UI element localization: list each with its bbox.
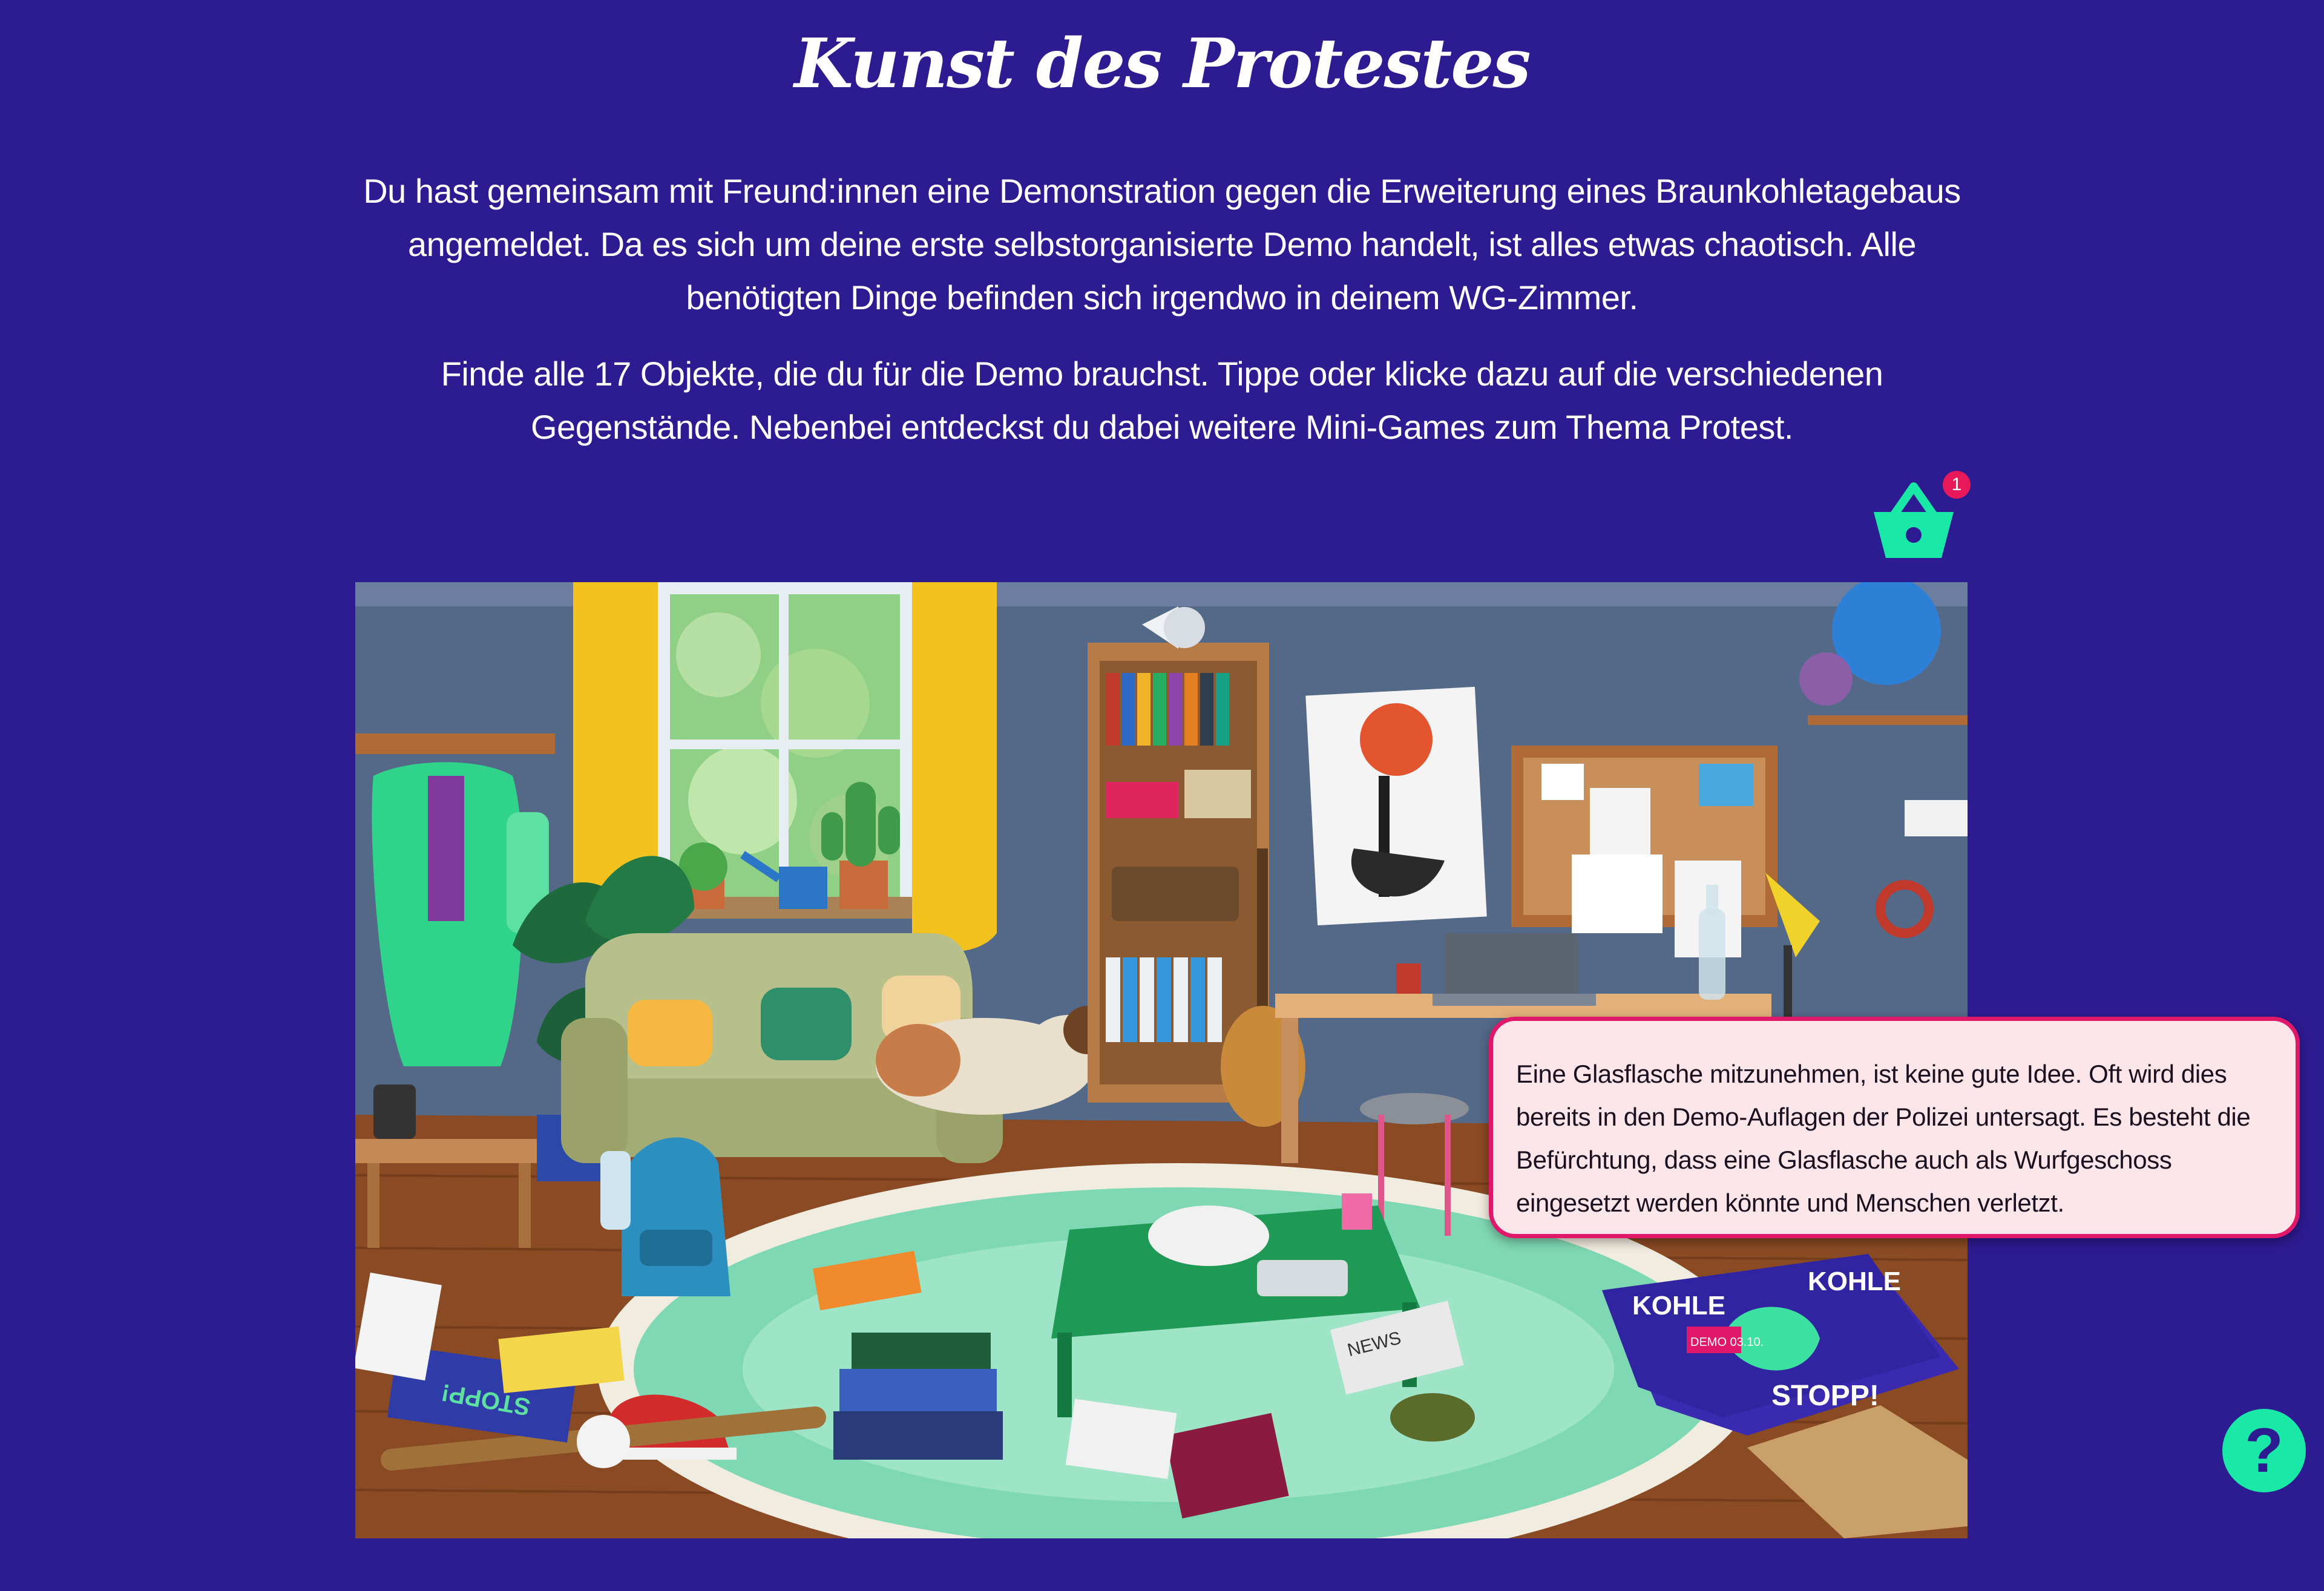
help-button[interactable]: ? [2222,1409,2306,1492]
poster-bottom-text: STOPP! [1771,1380,1879,1412]
basket-count-badge: 1 [1943,471,1971,499]
book-stack[interactable] [833,1333,1003,1460]
game-title: Kunst des Protestes [794,24,1531,103]
rose-poster[interactable] [1305,686,1487,926]
pinboard[interactable] [1511,746,1777,957]
item-info-tooltip: Eine Glasflasche mitzunehmen, ist keine … [1489,1017,2300,1238]
poster-date-text: DEMO 03.10. [1690,1336,1764,1349]
backpack[interactable] [621,1137,730,1296]
poster-top-text-2: KOHLE [1808,1267,1901,1296]
task-text: Finde alle 17 Objekte, die du für die De… [441,355,1883,446]
poster-top-text: KOHLE [1632,1291,1725,1320]
help-icon: ? [2245,1415,2283,1486]
intro-text: Du hast gemeinsam mit Freund:innen eine … [363,172,1961,317]
